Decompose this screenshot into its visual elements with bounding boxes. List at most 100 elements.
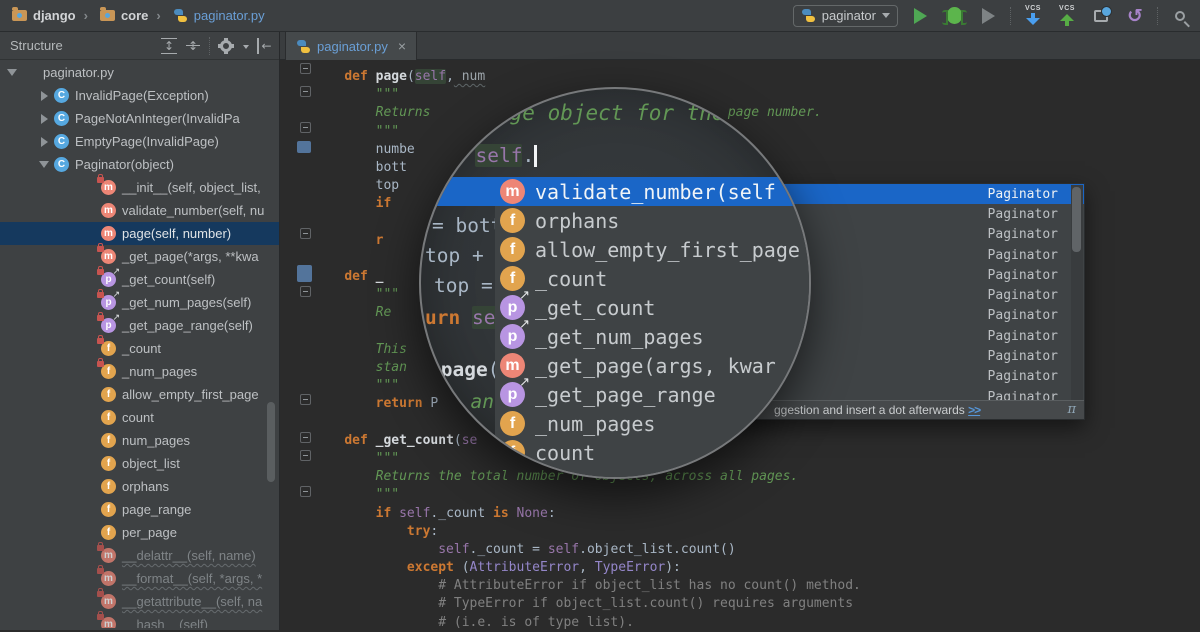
structure-tree-item[interactable]: m _get_page(*args, **kwa: [0, 245, 279, 268]
search-everywhere-button[interactable]: [1168, 4, 1192, 28]
structure-tree-item[interactable]: C EmptyPage(InvalidPage): [0, 130, 279, 153]
fold-marker-icon[interactable]: [300, 432, 311, 443]
vcs-update-button[interactable]: VCS: [1021, 5, 1045, 26]
completion-item[interactable]: f count: [495, 438, 811, 467]
fold-marker-icon[interactable]: [300, 122, 311, 133]
fold-marker-icon[interactable]: [300, 450, 311, 461]
tree-expander-icon[interactable]: [36, 114, 52, 124]
structure-tree-item[interactable]: m __hash__(self): [0, 613, 279, 628]
symbol-kind-icon: C: [54, 134, 69, 149]
symbol-kind-icon: m: [101, 226, 116, 241]
editor-surface[interactable]: def page(self, num """ Returns page numb…: [280, 60, 1200, 630]
symbol-kind-icon: f: [500, 208, 525, 233]
pi-symbol: π: [1067, 402, 1076, 417]
completion-item[interactable]: f orphans: [495, 206, 811, 235]
main-toolbar: django › core › paginator.py paginator: [0, 0, 1200, 32]
fold-marker-icon[interactable]: [300, 286, 311, 297]
completion-scrollbar[interactable]: [1072, 187, 1081, 252]
tab-paginator[interactable]: paginator.py ×: [285, 32, 417, 60]
structure-tree-item[interactable]: f _count: [0, 337, 279, 360]
symbol-kind-icon: m: [500, 179, 525, 204]
hint-shortcut-link[interactable]: >>: [968, 403, 980, 417]
local-history-button[interactable]: [1089, 4, 1113, 28]
autoscroll-from-source-icon[interactable]: ←: [257, 38, 273, 54]
lens-magnified-completion-list: m validate_number(self f orphans f allow…: [495, 177, 811, 479]
structure-panel: Structure ↕ ↕ ← paginator.py: [0, 32, 280, 630]
structure-tree-item[interactable]: f object_list: [0, 452, 279, 475]
symbol-kind-icon: m: [101, 571, 116, 586]
structure-tree-item[interactable]: paginator.py: [0, 61, 279, 84]
run-configuration-select[interactable]: paginator: [793, 5, 898, 27]
structure-tree-item[interactable]: C PageNotAnInteger(InvalidPa: [0, 107, 279, 130]
structure-panel-title: Structure: [10, 38, 63, 53]
fold-marker-icon[interactable]: [300, 86, 311, 97]
breadcrumb-item[interactable]: django ›: [8, 6, 94, 25]
structure-tree-item[interactable]: m __getattribute__(self, na: [0, 590, 279, 613]
structure-tree-item[interactable]: f allow_empty_first_page: [0, 383, 279, 406]
completion-item[interactable]: m _get_page(args, kwar: [495, 351, 811, 380]
breadcrumb-item[interactable]: core ›: [96, 6, 167, 25]
tree-expander-icon[interactable]: [36, 91, 52, 101]
structure-panel-header: Structure ↕ ↕ ←: [0, 32, 279, 60]
undo-button[interactable]: ↺: [1123, 4, 1147, 28]
vcs-change-marker: [297, 265, 312, 282]
symbol-kind-icon: C: [54, 111, 69, 126]
private-lock-icon: [97, 269, 104, 275]
expand-all-icon[interactable]: ↕: [161, 38, 177, 54]
breadcrumb-label: paginator.py: [194, 8, 265, 23]
structure-tree-item[interactable]: C Paginator(object): [0, 153, 279, 176]
settings-gear-icon[interactable]: [218, 38, 234, 54]
debug-icon: [947, 7, 962, 24]
completion-item[interactable]: f _num_pages: [495, 409, 811, 438]
structure-tree-item[interactable]: m page(self, number): [0, 222, 279, 245]
structure-tree-item[interactable]: m __delattr__(self, name): [0, 544, 279, 567]
fold-marker-icon[interactable]: [300, 228, 311, 239]
completion-scrollbar-track[interactable]: [1071, 185, 1083, 400]
tree-expander-icon[interactable]: [36, 137, 52, 147]
close-icon[interactable]: ×: [398, 38, 406, 54]
vcs-commit-button[interactable]: VCS: [1055, 5, 1079, 26]
structure-tree-item[interactable]: f per_page: [0, 521, 279, 544]
toolbar-separator: [1010, 7, 1011, 25]
structure-tree-item[interactable]: f page_range: [0, 498, 279, 521]
structure-tree-item[interactable]: f _num_pages: [0, 360, 279, 383]
structure-tree-item[interactable]: m validate_number(self, nu: [0, 199, 279, 222]
breadcrumb-item[interactable]: paginator.py: [169, 6, 269, 25]
tree-item-label: count: [122, 410, 154, 425]
fold-marker-icon[interactable]: [300, 63, 311, 74]
symbol-kind-icon: m: [101, 594, 116, 609]
structure-tree-item[interactable]: f count: [0, 406, 279, 429]
fold-marker-icon[interactable]: [300, 486, 311, 497]
structure-tree-item[interactable]: m __format__(self, *args, *: [0, 567, 279, 590]
structure-tree-item[interactable]: p _get_page_range(self): [0, 314, 279, 337]
completion-item[interactable]: f _count: [495, 264, 811, 293]
collapse-all-icon[interactable]: ↕: [185, 38, 201, 54]
fold-marker-icon[interactable]: [300, 394, 311, 405]
run-with-coverage-button[interactable]: [976, 4, 1000, 28]
tree-item-label: PageNotAnInteger(InvalidPa: [75, 111, 240, 126]
completion-item[interactable]: m validate_number(self: [495, 177, 811, 206]
structure-tree-item[interactable]: C InvalidPage(Exception): [0, 84, 279, 107]
completion-item[interactable]: p _get_count: [495, 293, 811, 322]
tree-expander-icon[interactable]: [36, 161, 52, 168]
structure-tree-item[interactable]: p _get_num_pages(self): [0, 291, 279, 314]
structure-tree-item[interactable]: f num_pages: [0, 429, 279, 452]
tree-expander-icon[interactable]: [4, 69, 20, 76]
structure-scrollbar[interactable]: [267, 402, 275, 482]
completion-item-type: Paginator: [988, 308, 1084, 323]
python-icon: [801, 8, 816, 23]
structure-tree-item[interactable]: f orphans: [0, 475, 279, 498]
vcs-label: VCS: [1025, 5, 1041, 13]
completion-item[interactable]: p _get_num_pages: [495, 322, 811, 351]
python-icon: [296, 39, 311, 54]
editor: paginator.py × def page(self, num: [280, 32, 1200, 630]
structure-tree-item[interactable]: m __init__(self, object_list,: [0, 176, 279, 199]
run-button[interactable]: [908, 4, 932, 28]
completion-item[interactable]: f allow_empty_first_page: [495, 235, 811, 264]
tree-item-label: _get_page(*args, **kwa: [122, 249, 259, 264]
symbol-kind-icon: m: [101, 249, 116, 264]
completion-item[interactable]: p _get_page_range: [495, 380, 811, 409]
debug-button[interactable]: [942, 4, 966, 28]
structure-tree-item[interactable]: p _get_count(self): [0, 268, 279, 291]
symbol-kind-icon: f: [101, 479, 116, 494]
